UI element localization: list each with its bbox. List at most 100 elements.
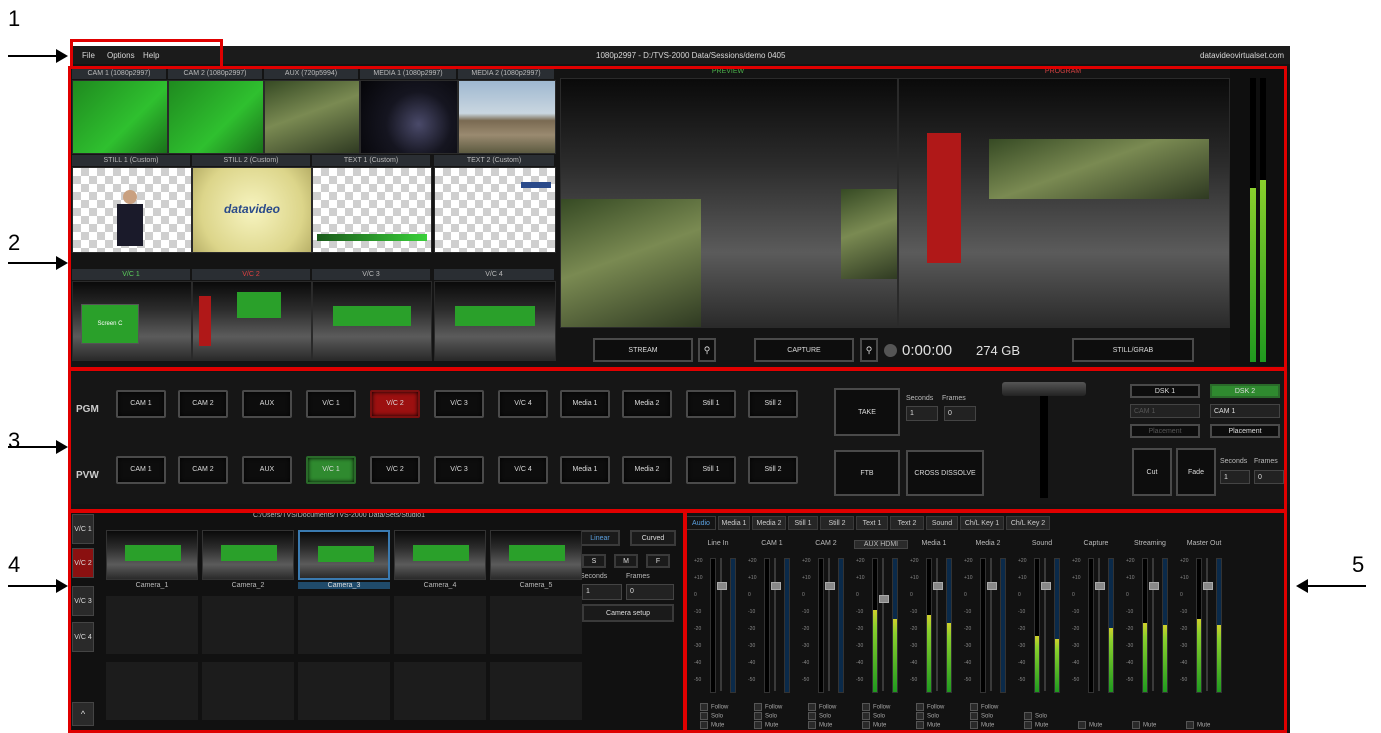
audio-tab-text-2[interactable]: Text 2 [890,516,924,530]
pvw-v-c-2-button[interactable]: V/C 2 [370,456,420,484]
pgm-v-c-1-button[interactable]: V/C 1 [306,390,356,418]
fader-knob[interactable] [771,582,781,590]
linear-button[interactable]: Linear [580,530,620,546]
empty-camera-slot[interactable] [490,662,582,720]
pgm-cam-1-button[interactable]: CAM 1 [116,390,166,418]
audio-tab-still-2[interactable]: Still 2 [820,516,854,530]
fader-track[interactable] [774,558,776,691]
mute-checkbox[interactable]: Mute [808,721,832,729]
mute-checkbox[interactable]: Mute [1078,721,1102,729]
audio-tab-sound[interactable]: Sound [926,516,958,530]
fader-knob[interactable] [1149,582,1159,590]
fader-knob[interactable] [825,582,835,590]
pgm-media-2-button[interactable]: Media 2 [622,390,672,418]
stream-button[interactable]: STREAM [593,338,693,362]
stream-search-icon[interactable]: ⚲ [698,338,716,362]
take-frames-stepper[interactable]: 0 [944,406,976,421]
empty-camera-slot[interactable] [106,596,198,654]
fader-knob[interactable] [1041,582,1051,590]
pvw-still-1-button[interactable]: Still 1 [686,456,736,484]
take-seconds-stepper[interactable]: 1 [906,406,938,421]
dsk2-placement-button[interactable]: Placement [1210,424,1280,438]
fader-track[interactable] [828,558,830,691]
pvw-media-1-button[interactable]: Media 1 [560,456,610,484]
audio-tab-ch-l-key-1[interactable]: Ch/L Key 1 [960,516,1004,530]
mute-checkbox[interactable]: Mute [916,721,940,729]
empty-camera-slot[interactable] [394,662,486,720]
empty-camera-slot[interactable] [490,596,582,654]
follow-checkbox[interactable]: Follow [700,703,728,711]
fader-track[interactable] [882,558,884,691]
follow-checkbox[interactable]: Follow [862,703,890,711]
solo-checkbox[interactable]: Solo [970,712,993,720]
follow-checkbox[interactable]: Follow [808,703,836,711]
mute-checkbox[interactable]: Mute [1186,721,1210,729]
source-cam2[interactable] [168,80,264,154]
audio-tab-media-2[interactable]: Media 2 [752,516,786,530]
source-text1[interactable] [312,167,432,253]
take-button[interactable]: TAKE [834,388,900,436]
fader-knob[interactable] [879,595,889,603]
camera-thumb-4[interactable] [394,530,486,580]
fader-knob[interactable] [717,582,727,590]
speed-s-button[interactable]: S [582,554,606,568]
still-grab-button[interactable]: STILL/GRAB [1072,338,1194,362]
mute-checkbox[interactable]: Mute [970,721,994,729]
source-aux[interactable] [264,80,360,154]
source-vc4[interactable] [434,281,556,361]
pvw-v-c-1-button[interactable]: V/C 1 [306,456,356,484]
follow-checkbox[interactable]: Follow [970,703,998,711]
source-vc2[interactable] [192,281,312,361]
pgm-aux-button[interactable]: AUX [242,390,292,418]
source-still2[interactable]: datavideo [192,167,312,253]
fader-track[interactable] [1152,558,1154,691]
cut-button[interactable]: Cut [1132,448,1172,496]
fader-track[interactable] [936,558,938,691]
follow-checkbox[interactable]: Follow [754,703,782,711]
source-still1[interactable] [72,167,192,253]
pgm-v-c-4-button[interactable]: V/C 4 [498,390,548,418]
fade-button[interactable]: Fade [1176,448,1216,496]
audio-tab-ch-l-key-2[interactable]: Ch/L Key 2 [1006,516,1050,530]
audio-tab-text-1[interactable]: Text 1 [856,516,888,530]
empty-camera-slot[interactable] [202,662,294,720]
vc4-tab[interactable]: V/C 4 [72,622,94,652]
empty-camera-slot[interactable] [106,662,198,720]
dsk2-source-select[interactable]: CAM 1 [1210,404,1280,418]
dsk1-source-select[interactable]: CAM 1 [1130,404,1200,418]
fader-knob[interactable] [1203,582,1213,590]
solo-checkbox[interactable]: Solo [754,712,777,720]
source-text2[interactable] [434,167,556,253]
t-bar-track[interactable] [1040,396,1048,498]
solo-checkbox[interactable]: Solo [862,712,885,720]
fader-track[interactable] [990,558,992,691]
cross-dissolve-button[interactable]: CROSS DISSOLVE [906,450,984,496]
fader-track[interactable] [1206,558,1208,691]
menu-file[interactable]: File [82,51,95,60]
mute-checkbox[interactable]: Mute [1132,721,1156,729]
cam-seconds-stepper[interactable]: 1 [582,584,622,600]
menu-help[interactable]: Help [143,51,159,60]
pvw-v-c-4-button[interactable]: V/C 4 [498,456,548,484]
audio-tab-audio[interactable]: Audio [686,516,716,530]
camera-thumb-2[interactable] [202,530,294,580]
pgm-still-1-button[interactable]: Still 1 [686,390,736,418]
fader-knob[interactable] [1095,582,1105,590]
dsk1-button[interactable]: DSK 1 [1130,384,1200,398]
curved-button[interactable]: Curved [630,530,676,546]
empty-camera-slot[interactable] [202,596,294,654]
source-media2[interactable] [458,80,556,154]
vc2-tab[interactable]: V/C 2 [72,548,94,578]
follow-checkbox[interactable]: Follow [916,703,944,711]
camera-thumb-3[interactable] [298,530,390,580]
source-vc1[interactable]: Screen C [72,281,192,361]
source-vc3[interactable] [312,281,432,361]
dsk-frames-stepper[interactable]: 0 [1254,470,1284,484]
mute-checkbox[interactable]: Mute [700,721,724,729]
pgm-still-2-button[interactable]: Still 2 [748,390,798,418]
dsk1-placement-button[interactable]: Placement [1130,424,1200,438]
capture-button[interactable]: CAPTURE [754,338,854,362]
mute-checkbox[interactable]: Mute [1024,721,1048,729]
camera-thumb-1[interactable] [106,530,198,580]
pvw-aux-button[interactable]: AUX [242,456,292,484]
